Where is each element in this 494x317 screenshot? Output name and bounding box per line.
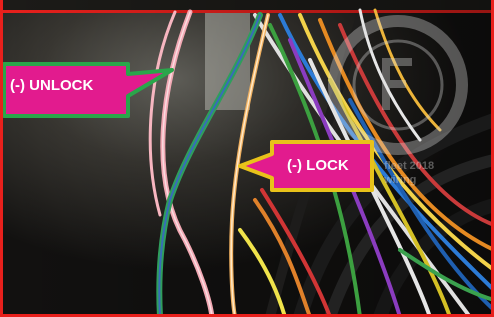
watermark-text-line1: fleet 2018 [384, 160, 435, 172]
lock-callout-label: (-) LOCK [287, 157, 349, 174]
watermark-logo [328, 15, 468, 155]
photo-stage: (-) UNLOCK (-) LOCK fleet 2018 wiring [0, 0, 494, 317]
watermark-text-line2: wiring [384, 174, 417, 186]
wiring-photo [0, 0, 494, 317]
unlock-callout-label: (-) UNLOCK [10, 77, 94, 94]
